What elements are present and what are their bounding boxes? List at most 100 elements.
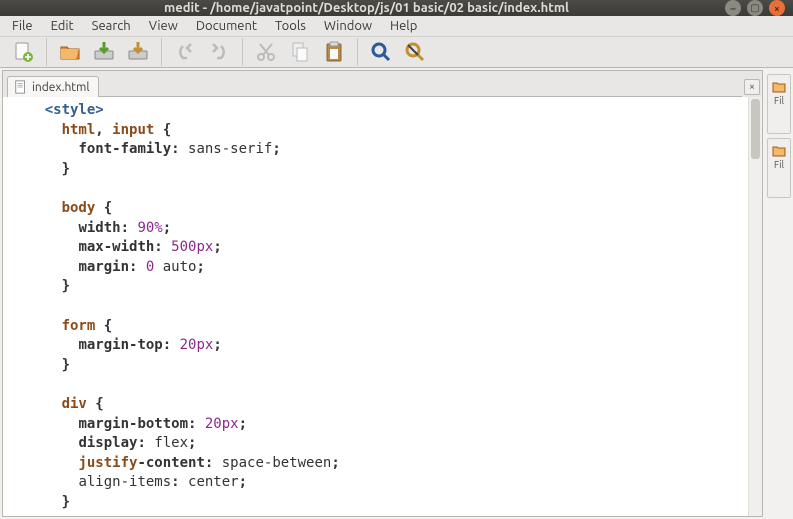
code-token: :: [121, 220, 138, 236]
code-token: :: [205, 455, 222, 471]
code-token: 20px: [180, 337, 214, 353]
tab-label: index.html: [32, 81, 90, 94]
redo-button[interactable]: [204, 37, 234, 67]
find-replace-icon: [403, 40, 427, 64]
menu-file[interactable]: File: [4, 16, 41, 36]
code-token: width: [78, 220, 120, 236]
scissors-icon: [254, 40, 278, 64]
code-token: body: [62, 200, 96, 216]
new-file-button[interactable]: [8, 37, 38, 67]
code-token: ;: [331, 455, 339, 471]
tab-bar: index.html ×: [3, 71, 762, 97]
code-token: ;: [213, 337, 221, 353]
code-token: :: [154, 239, 171, 255]
menu-view[interactable]: View: [141, 16, 186, 36]
menu-search[interactable]: Search: [84, 16, 139, 36]
menu-tools[interactable]: Tools: [267, 16, 314, 36]
folder-open-icon: [58, 40, 82, 64]
toolbar-separator: [161, 38, 162, 66]
code-token: :: [188, 416, 205, 432]
code-token: {: [154, 122, 171, 138]
paste-button[interactable]: [319, 37, 349, 67]
folder-icon: [771, 143, 787, 159]
document-tab[interactable]: index.html: [7, 76, 99, 97]
menu-bar: File Edit Search View Document Tools Win…: [0, 16, 793, 37]
close-window-button[interactable]: ×: [769, 0, 785, 16]
code-token: ;: [239, 416, 247, 432]
save-button[interactable]: [89, 37, 119, 67]
code-token: align-items: [78, 474, 171, 490]
code-token: div: [62, 396, 87, 412]
code-token: sans-serif: [188, 141, 272, 157]
code-token: {: [95, 200, 112, 216]
toolbar: [0, 37, 793, 68]
open-file-button[interactable]: [55, 37, 85, 67]
code-editor[interactable]: <style> html, input { font-family: sans-…: [3, 97, 748, 516]
code-token: font-family: [78, 141, 171, 157]
save-as-button[interactable]: [123, 37, 153, 67]
code-token: :: [171, 474, 188, 490]
side-panel-button-2[interactable]: Fil: [767, 138, 791, 198]
code-token: flex: [154, 435, 188, 451]
undo-button[interactable]: [170, 37, 200, 67]
code-token: }: [62, 357, 70, 373]
code-token: ,: [95, 122, 112, 138]
code-token: {: [95, 318, 112, 334]
menu-window[interactable]: Window: [316, 16, 380, 36]
toolbar-separator: [357, 38, 358, 66]
menu-edit[interactable]: Edit: [43, 16, 82, 36]
code-token: margin-top: [78, 337, 162, 353]
paste-icon: [322, 40, 346, 64]
editor-pane: index.html × <style> html, input { font-…: [2, 70, 763, 517]
menu-document[interactable]: Document: [188, 16, 265, 36]
code-token: justify: [78, 455, 137, 471]
code-token: ;: [239, 474, 247, 490]
code-token: }: [62, 278, 70, 294]
save-icon: [92, 40, 116, 64]
code-token: ;: [188, 435, 196, 451]
code-token: 90%: [137, 220, 162, 236]
code-token: max-width: [78, 239, 154, 255]
folder-icon: [771, 79, 787, 95]
save-as-icon: [126, 40, 150, 64]
minimize-button[interactable]: –: [725, 0, 741, 16]
side-label: Fil: [774, 159, 784, 170]
search-icon: [369, 40, 393, 64]
scrollbar-thumb[interactable]: [751, 99, 760, 159]
code-area: <style> html, input { font-family: sans-…: [3, 97, 762, 516]
code-token: center: [188, 474, 239, 490]
menu-help[interactable]: Help: [382, 16, 425, 36]
main-area: index.html × <style> html, input { font-…: [0, 68, 793, 519]
find-replace-button[interactable]: [400, 37, 430, 67]
code-token: input: [112, 122, 154, 138]
side-panel: Fil Fil: [765, 68, 793, 519]
code-token: html: [62, 122, 96, 138]
code-token: ;: [272, 141, 280, 157]
code-token: form: [62, 318, 96, 334]
code-token: :: [137, 435, 154, 451]
document-icon: [14, 80, 28, 94]
code-token: margin: [78, 259, 129, 275]
code-token: ;: [213, 239, 221, 255]
vertical-scrollbar[interactable]: [748, 97, 762, 516]
code-token: margin-bottom: [78, 416, 188, 432]
window-titlebar: medit - /home/javatpoint/Desktop/js/01 b…: [0, 0, 793, 16]
code-token: 500px: [171, 239, 213, 255]
cut-button[interactable]: [251, 37, 281, 67]
code-token: <style>: [45, 102, 104, 118]
copy-icon: [288, 40, 312, 64]
side-label: Fil: [774, 95, 784, 106]
code-token: {: [87, 396, 104, 412]
redo-icon: [207, 40, 231, 64]
find-button[interactable]: [366, 37, 396, 67]
code-token: :: [163, 337, 180, 353]
copy-button[interactable]: [285, 37, 315, 67]
code-token: :: [171, 141, 188, 157]
toolbar-separator: [242, 38, 243, 66]
side-panel-button-1[interactable]: Fil: [767, 74, 791, 134]
code-token: ;: [163, 220, 171, 236]
code-token: }: [62, 161, 70, 177]
maximize-button[interactable]: ▢: [747, 0, 763, 16]
code-token: ;: [196, 259, 204, 275]
close-tab-button[interactable]: ×: [744, 79, 760, 95]
